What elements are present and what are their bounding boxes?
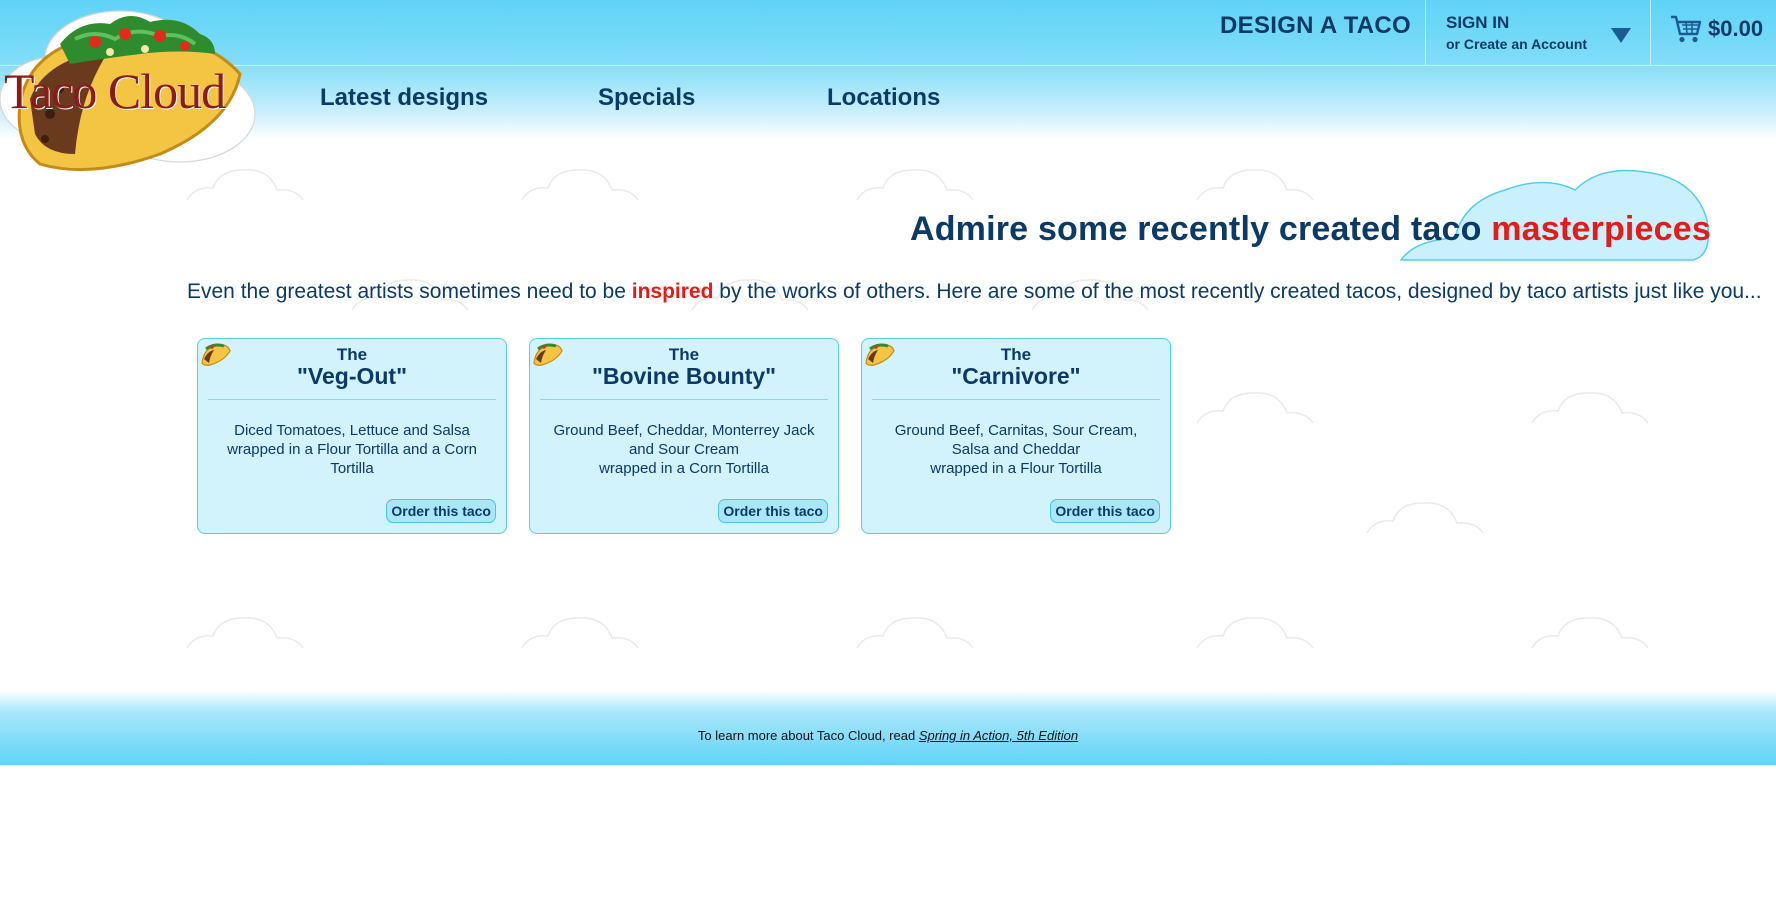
footer-label: To learn more about Taco Cloud, read: [697, 728, 916, 743]
card-divider: [208, 399, 496, 400]
shopping-cart-icon: [1671, 15, 1702, 43]
chevron-down-icon[interactable]: [1611, 28, 1631, 43]
order-this-taco-button[interactable]: Order this taco: [386, 499, 496, 523]
taco-card-ingredients: Ground Beef, Cheddar, Monterrey Jack and…: [542, 421, 826, 478]
heading-text: Admire some recently created taco: [909, 210, 1482, 248]
footer: To learn more about Taco Cloud, read Spr…: [0, 690, 1776, 765]
ingredient-line: Tortilla: [330, 460, 374, 477]
ingredient-line: Ground Beef, Carnitas, Sour Cream,: [894, 422, 1138, 439]
ingredient-line: and Sour Cream: [628, 441, 740, 458]
header-divider: [1425, 0, 1426, 65]
ingredient-line: wrapped in a Corn Tortilla: [599, 460, 769, 477]
taco-card-name: "Bovine Bounty": [591, 363, 777, 389]
taco-card-prefix: The: [668, 345, 700, 364]
sign-in-label[interactable]: SIGN IN: [1446, 13, 1636, 33]
page: DESIGN A TACO SIGN IN or Create an Accou…: [0, 0, 1776, 765]
taco-cloud-logo[interactable]: Taco Cloud: [0, 4, 260, 184]
nav-specials[interactable]: Specials: [598, 84, 695, 112]
taco-card: The "Bovine Bounty" Ground Beef, Cheddar…: [529, 338, 839, 534]
page-heading: Admire some recently created taco master…: [910, 210, 1711, 249]
heading-highlight: masterpieces: [1491, 210, 1711, 248]
background-cloud: [1531, 392, 1649, 424]
background-cloud: [856, 617, 974, 649]
header-top-bar: DESIGN A TACO SIGN IN or Create an Accou…: [0, 0, 1776, 66]
background-cloud: [856, 169, 974, 201]
ingredient-line: Diced Tomatoes, Lettuce and Salsa: [234, 422, 470, 439]
background-cloud: [1196, 169, 1314, 201]
ingredient-line: wrapped in a Flour Tortilla: [930, 460, 1102, 477]
taco-card-name: "Carnivore": [951, 363, 1081, 389]
design-a-taco-link[interactable]: DESIGN A TACO: [1220, 12, 1411, 40]
logo-text: Taco Cloud: [4, 63, 226, 119]
background-cloud: [1366, 502, 1484, 534]
background-cloud: [521, 617, 639, 649]
header-divider: [1650, 0, 1651, 65]
background-cloud: [521, 169, 639, 201]
card-divider: [872, 399, 1160, 400]
cart-button[interactable]: $0.00: [1670, 14, 1763, 44]
ingredient-line: Ground Beef, Cheddar, Monterrey Jack: [553, 422, 815, 439]
intro-text: Even the greatest artists sometimes need…: [187, 280, 1762, 304]
intro-before: Even the greatest artists sometimes need…: [187, 280, 626, 303]
intro-after: by the works of others. Here are some of…: [719, 280, 1762, 303]
taco-card-name: "Veg-Out": [297, 363, 407, 389]
intro-highlight: inspired: [631, 280, 714, 303]
taco-card-ingredients: Ground Beef, Carnitas, Sour Cream, Salsa…: [874, 421, 1158, 478]
nav-locations[interactable]: Locations: [827, 84, 940, 112]
background-cloud: [1196, 392, 1314, 424]
create-account-label[interactable]: or Create an Account: [1446, 36, 1636, 52]
taco-card-prefix: The: [1000, 345, 1032, 364]
background-cloud: [1196, 617, 1314, 649]
sign-in-menu[interactable]: SIGN IN or Create an Account: [1446, 13, 1636, 52]
background-cloud: [1531, 617, 1649, 649]
taco-card: The "Carnivore" Ground Beef, Carnitas, S…: [861, 338, 1171, 534]
taco-card: The "Veg-Out" Diced Tomatoes, Lettuce an…: [197, 338, 507, 534]
ingredient-line: wrapped in a Flour Tortilla and a Corn: [227, 441, 477, 458]
book-link[interactable]: Spring in Action, 5th Edition: [919, 728, 1078, 743]
order-this-taco-button[interactable]: Order this taco: [1050, 499, 1160, 523]
card-divider: [540, 399, 828, 400]
taco-card-prefix: The: [336, 345, 368, 364]
cart-total: $0.00: [1708, 16, 1764, 41]
background-cloud: [186, 617, 304, 649]
taco-card-ingredients: Diced Tomatoes, Lettuce and Salsa wrappe…: [210, 421, 494, 478]
ingredient-line: Salsa and Cheddar: [951, 441, 1081, 458]
nav-latest-designs[interactable]: Latest designs: [320, 84, 488, 112]
footer-text: To learn more about Taco Cloud, read Spr…: [0, 728, 1776, 743]
order-this-taco-button[interactable]: Order this taco: [718, 499, 828, 523]
